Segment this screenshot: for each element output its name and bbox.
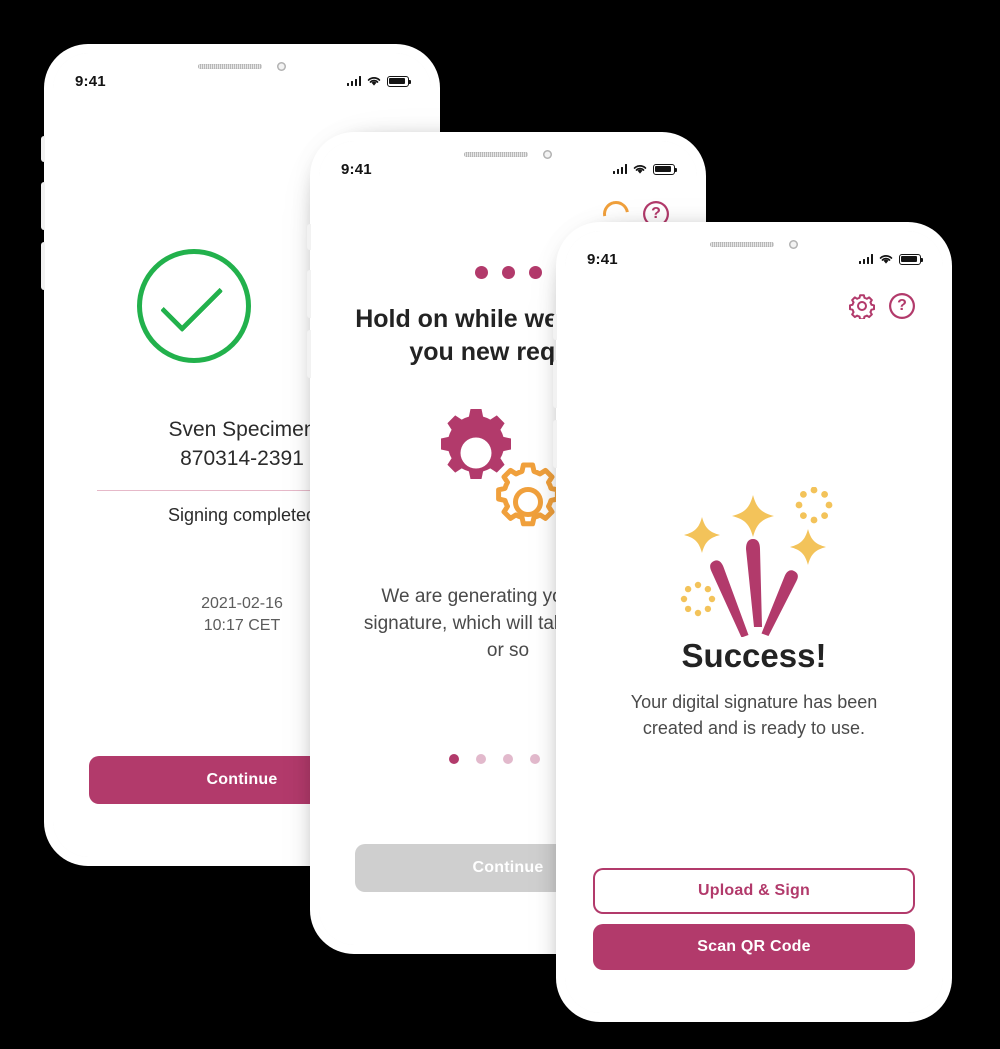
wifi-icon xyxy=(879,255,893,264)
page-title: Success! xyxy=(681,637,827,674)
phone3-volume-down-button[interactable] xyxy=(553,420,557,468)
gear-filled-icon xyxy=(441,409,511,479)
status-icons xyxy=(346,75,412,87)
help-circle-icon[interactable]: ? xyxy=(889,293,915,319)
status-icons xyxy=(858,253,924,265)
front-camera-icon xyxy=(542,150,552,159)
phone3-bezel: 9:41 ? Success! Your digital signature h… xyxy=(565,231,943,1013)
front-camera-icon xyxy=(788,240,798,249)
status-time: 9:41 xyxy=(587,250,618,268)
phone1-mute-switch[interactable] xyxy=(41,136,45,162)
checkmark-circle-icon xyxy=(137,249,251,363)
body-text: Your digital signature has been created … xyxy=(630,692,878,739)
signal-bars-icon xyxy=(346,76,361,86)
gear-outline-icon xyxy=(496,462,560,527)
phone3-header-icons: ? xyxy=(849,293,915,319)
phone1-notch xyxy=(158,53,326,80)
phone1-volume-down-button[interactable] xyxy=(41,242,45,290)
phone2-volume-up-button[interactable] xyxy=(307,270,311,318)
phone2-notch xyxy=(424,141,592,168)
firework-streaks xyxy=(710,539,798,637)
fireworks-illustration xyxy=(565,487,943,637)
phone3-screen: 9:41 ? Success! Your digital signature h… xyxy=(565,231,943,1013)
phone3-volume-up-button[interactable] xyxy=(553,360,557,408)
phone2-volume-down-button[interactable] xyxy=(307,330,311,378)
battery-icon xyxy=(899,253,924,265)
status-time: 9:41 xyxy=(341,160,372,178)
status-time: 9:41 xyxy=(75,72,106,90)
wifi-icon xyxy=(633,165,647,174)
signal-bars-icon xyxy=(858,254,873,264)
battery-icon xyxy=(387,75,412,87)
signal-bars-icon xyxy=(612,164,627,174)
status-icons xyxy=(612,163,678,175)
upload-and-sign-button[interactable]: Upload & Sign xyxy=(593,868,915,914)
gear-icon[interactable] xyxy=(849,293,875,319)
phone3-notch xyxy=(670,231,838,258)
front-camera-icon xyxy=(276,62,286,71)
phone2-mute-switch[interactable] xyxy=(307,224,311,250)
earpiece-speaker-icon xyxy=(464,152,528,157)
wifi-icon xyxy=(367,77,381,86)
earpiece-speaker-icon xyxy=(198,64,262,69)
phone1-volume-up-button[interactable] xyxy=(41,182,45,230)
phone-device-success: 9:41 ? Success! Your digital signature h… xyxy=(553,222,952,1022)
mockup-stage: 9:41 Sven Specimen 870314-2391 Signing c… xyxy=(0,0,1000,1049)
battery-icon xyxy=(653,163,678,175)
earpiece-speaker-icon xyxy=(710,242,774,247)
scan-qr-code-button[interactable]: Scan QR Code xyxy=(593,924,915,970)
phone3-mute-switch[interactable] xyxy=(553,314,557,340)
